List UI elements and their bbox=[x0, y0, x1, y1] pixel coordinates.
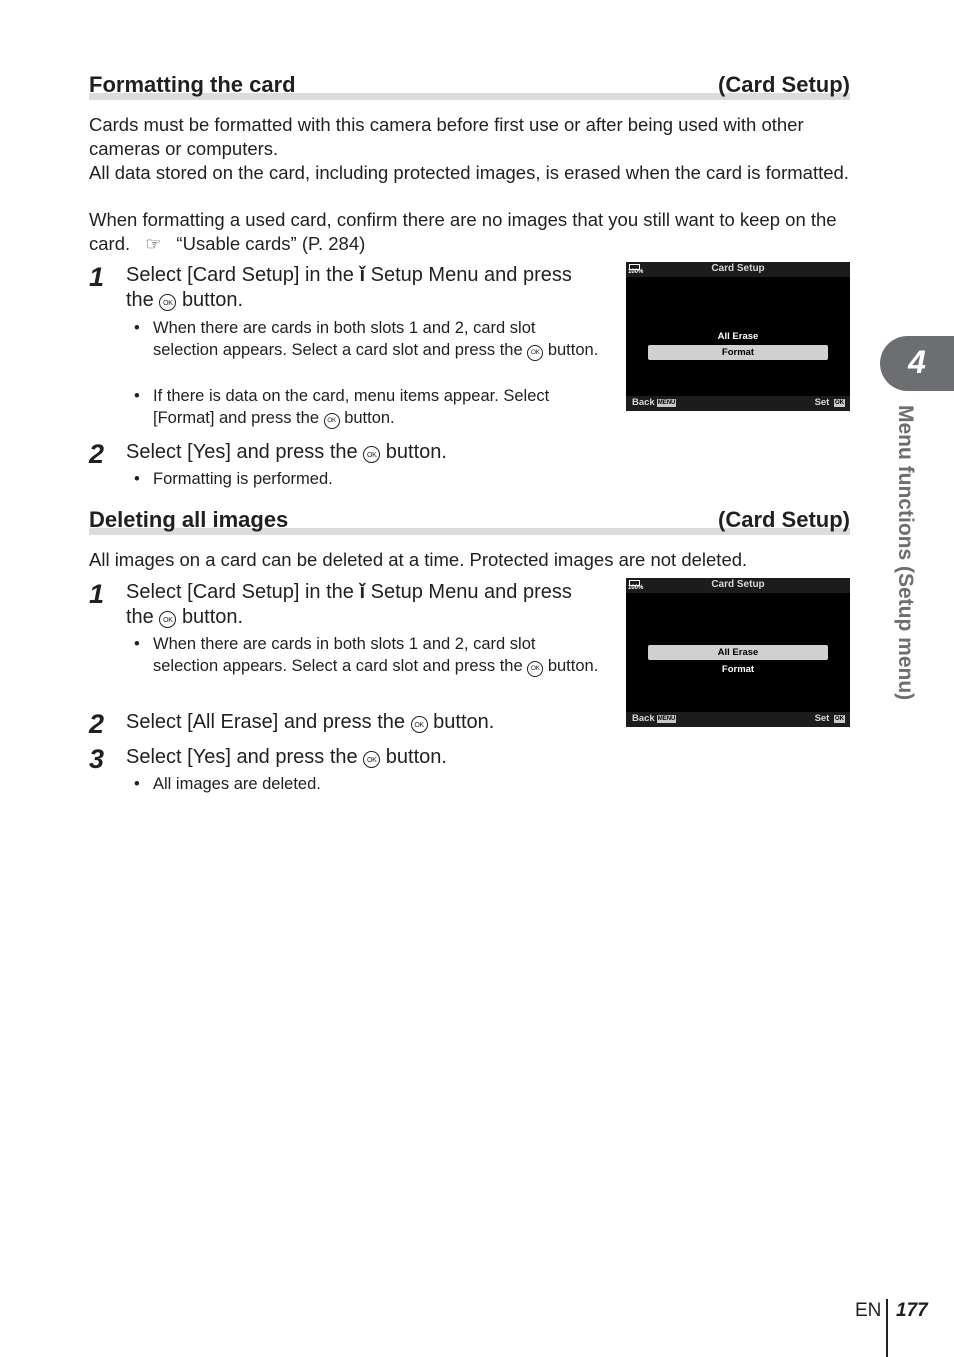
intro-paragraph-3: When formatting a used card, confirm the… bbox=[89, 208, 849, 256]
section-header-deleting: Deleting all images (Card Setup) bbox=[89, 507, 850, 537]
step-text-part: the bbox=[126, 606, 154, 628]
ok-key-icon: OK bbox=[834, 399, 845, 407]
screen-footer-bar: Back MENU Set OK bbox=[626, 396, 850, 411]
ok-button-icon: OK bbox=[159, 294, 177, 311]
camera-screen-format: 100% Card Setup All Erase Format Back MEN… bbox=[626, 262, 850, 411]
step-number: 2 bbox=[89, 709, 105, 739]
step-text-part: Select [Card Setup] in the bbox=[126, 264, 354, 286]
menu-item-all-erase[interactable]: All Erase bbox=[648, 329, 828, 344]
step-text-part: button. bbox=[181, 606, 244, 628]
wrench-icon: ǐ bbox=[359, 264, 366, 286]
ok-button-icon: OK bbox=[527, 345, 544, 361]
chapter-number: 4 bbox=[908, 344, 926, 380]
ok-button-icon: OK bbox=[363, 751, 381, 768]
step-text: Select [Card Setup] in the ǐ Setup Menu … bbox=[126, 263, 616, 313]
bullet-dot: • bbox=[134, 635, 140, 653]
ok-button-icon: OK bbox=[410, 716, 428, 733]
step-text-part: button. bbox=[433, 711, 495, 733]
bullet-text: button. bbox=[344, 409, 395, 427]
back-label[interactable]: Back MENU bbox=[632, 713, 677, 724]
step-text-part: button. bbox=[385, 441, 447, 463]
ok-key-icon: OK bbox=[834, 715, 845, 723]
step-number: 1 bbox=[89, 579, 105, 609]
bullet-text: Formatting is performed. bbox=[153, 470, 333, 488]
screen-title-bar: 100% Card Setup bbox=[626, 578, 850, 593]
bullet-text: When there are cards in both slots 1 and… bbox=[153, 319, 536, 359]
back-label[interactable]: Back MENU bbox=[632, 397, 677, 408]
set-label[interactable]: Set OK bbox=[815, 713, 845, 724]
bullet-dot: • bbox=[134, 470, 140, 488]
bullet-text: All images are deleted. bbox=[153, 775, 321, 793]
step-number: 2 bbox=[89, 439, 105, 469]
bullet-dot: • bbox=[134, 387, 140, 405]
section-title: Deleting all images bbox=[89, 507, 289, 532]
step-text: Select [All Erase] and press the OK butt… bbox=[126, 710, 616, 735]
step-text-part: Select [All Erase] and press the bbox=[126, 711, 406, 733]
set-label[interactable]: Set OK bbox=[815, 397, 845, 408]
screen-footer-bar: Back MENU Set OK bbox=[626, 712, 850, 727]
step-number: 1 bbox=[89, 262, 105, 292]
screen-title: Card Setup bbox=[711, 263, 765, 274]
bullet-dot: • bbox=[134, 775, 140, 793]
menu-key-icon: MENU bbox=[656, 399, 677, 407]
step-text: Select [Card Setup] in the ǐ Setup Menu … bbox=[126, 580, 616, 630]
chapter-title: Menu functions (Setup menu) bbox=[894, 405, 917, 701]
step-text-part: Select [Yes] and press the bbox=[126, 441, 358, 463]
menu-item-all-erase-selected[interactable]: All Erase bbox=[648, 645, 828, 660]
bullet-text: button. bbox=[547, 657, 599, 675]
language-label: EN bbox=[855, 1300, 882, 1321]
step-text-part: Setup Menu and press bbox=[370, 581, 572, 603]
screen-title: Card Setup bbox=[711, 579, 765, 590]
step-text: Select [Yes] and press the OK button. bbox=[126, 440, 616, 465]
step-text-part: button. bbox=[385, 746, 447, 768]
intro-paragraph-2: All data stored on the card, including p… bbox=[89, 162, 849, 183]
screen-title-bar: 100% Card Setup bbox=[626, 262, 850, 277]
ok-button-icon: OK bbox=[323, 413, 340, 429]
footer-divider bbox=[886, 1299, 888, 1357]
chapter-tab[interactable]: 4 bbox=[880, 336, 954, 391]
ok-button-icon: OK bbox=[527, 661, 544, 677]
step-text-part: Select [Card Setup] in the bbox=[126, 581, 354, 603]
ok-button-icon: OK bbox=[363, 446, 381, 463]
camera-screen-all-erase: 100% Card Setup All Erase Format Back MEN… bbox=[626, 578, 850, 727]
reference-link[interactable]: “Usable cards” (P. 284) bbox=[176, 233, 365, 254]
menu-key-icon: MENU bbox=[656, 715, 677, 723]
page-number: 177 bbox=[896, 1300, 928, 1321]
section-header-formatting: Formatting the card (Card Setup) bbox=[89, 72, 850, 102]
step-text-part: button. bbox=[181, 289, 244, 311]
wrench-icon: ǐ bbox=[359, 581, 366, 603]
reference-pointer-icon: ☞ bbox=[145, 234, 162, 254]
bullet-dot: • bbox=[134, 319, 140, 337]
step-text-part: Setup Menu and press bbox=[370, 264, 572, 286]
section-tag: (Card Setup) bbox=[718, 72, 850, 97]
menu-item-format-selected[interactable]: Format bbox=[648, 345, 828, 360]
section-tag: (Card Setup) bbox=[718, 507, 850, 532]
intro-paragraph-1: Cards must be formatted with this camera… bbox=[89, 114, 804, 159]
bullet-text: button. bbox=[547, 341, 599, 359]
menu-item-format[interactable]: Format bbox=[648, 662, 828, 677]
step-text-part: the bbox=[126, 289, 154, 311]
ok-button-icon: OK bbox=[159, 611, 177, 628]
bullet-text: When there are cards in both slots 1 and… bbox=[153, 635, 536, 675]
step-number: 3 bbox=[89, 744, 105, 774]
step-text: Select [Yes] and press the OK button. bbox=[126, 745, 616, 770]
step-text-part: Select [Yes] and press the bbox=[126, 746, 358, 768]
intro-paragraph: All images on a card can be deleted at a… bbox=[89, 549, 748, 570]
section-title: Formatting the card bbox=[89, 72, 296, 97]
